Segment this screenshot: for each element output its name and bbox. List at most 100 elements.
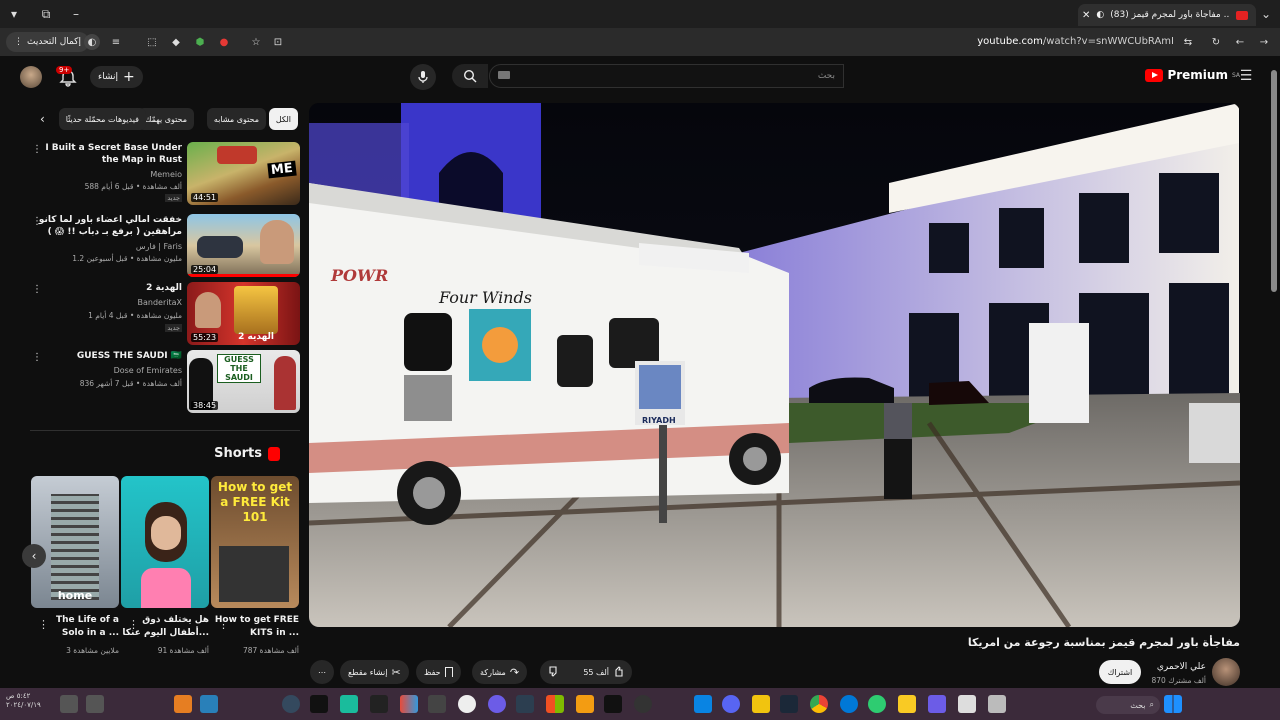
edge-icon[interactable] <box>840 695 858 713</box>
app-icon[interactable] <box>694 695 712 713</box>
channel-avatar[interactable] <box>1212 658 1240 686</box>
more-options-icon[interactable]: ⋮ <box>32 352 42 363</box>
dislike-button[interactable] <box>548 665 560 679</box>
chrome-icon[interactable] <box>810 695 828 713</box>
more-options-icon[interactable]: ⋮ <box>38 618 49 631</box>
file-explorer-icon[interactable] <box>898 695 916 713</box>
app-icon[interactable] <box>488 695 506 713</box>
chip-similar[interactable]: محتوى مشابه <box>206 108 266 130</box>
volume-icon[interactable] <box>86 695 104 713</box>
channel-name[interactable]: Dose of Emirates <box>114 366 182 375</box>
page-scrollbar[interactable] <box>1270 60 1278 684</box>
extension-shield-icon[interactable]: ⬢ <box>192 34 208 50</box>
channel-name[interactable]: فارس | Faris <box>136 242 182 251</box>
more-options-icon[interactable]: ⋮ <box>32 216 42 227</box>
more-options-icon[interactable]: ⋮ <box>32 144 42 155</box>
microsoft-store-icon[interactable] <box>546 695 564 713</box>
subscribe-button[interactable]: اشتراك <box>1099 660 1141 684</box>
voice-search-button[interactable] <box>410 64 436 90</box>
video-thumbnail[interactable]: ME 44:51 <box>187 142 300 205</box>
taskbar-clock[interactable]: ٥:٤٢ ص ٢٠٢٤/٠٧/١٩ <box>6 692 41 710</box>
chevron-down-icon[interactable]: ⌄ <box>1258 6 1274 22</box>
app-icon[interactable] <box>200 695 218 713</box>
more-options-icon[interactable]: ⋮ <box>32 284 42 295</box>
reading-list-icon[interactable]: ≡ <box>108 34 124 50</box>
shorts-prev-button[interactable]: ‹ <box>22 544 46 568</box>
app-icon[interactable] <box>634 695 652 713</box>
app-icon[interactable] <box>428 695 446 713</box>
search-button[interactable] <box>452 64 488 88</box>
search-input[interactable]: بحث <box>489 64 844 88</box>
extensions-icon[interactable]: ⬚ <box>144 34 160 50</box>
video-title[interactable]: الهدية 2 <box>32 282 182 294</box>
task-view-icon[interactable] <box>988 695 1006 713</box>
video-thumbnail[interactable]: 25:04 <box>187 214 300 277</box>
minimize-icon[interactable]: – <box>68 6 84 22</box>
app-icon[interactable] <box>516 695 534 713</box>
settings-icon[interactable] <box>458 695 476 713</box>
chip-for-you[interactable]: محتوى يهمّك <box>137 108 194 130</box>
close-tab-icon[interactable]: ✕ <box>1082 10 1090 21</box>
channel-name[interactable]: Memeio <box>150 170 182 179</box>
extension-red-icon[interactable]: ● <box>216 34 232 50</box>
youtube-premium-logo[interactable]: Premium SA <box>1145 68 1240 82</box>
tab-search-icon[interactable]: ⧉ <box>38 6 54 22</box>
taskbar-search[interactable]: بحث ⌕ <box>1096 696 1160 714</box>
channel-name[interactable]: BanderitaX <box>138 298 183 307</box>
menu-icon[interactable]: ▾ <box>6 6 22 22</box>
app-icon[interactable] <box>370 695 388 713</box>
url-field[interactable]: youtube.com/watch?v=snWWCUbRAmI <box>977 36 1174 47</box>
app-icon[interactable] <box>400 695 418 713</box>
terminal-icon[interactable] <box>310 695 328 713</box>
more-options-icon[interactable]: ⋮ <box>218 618 229 631</box>
browser-tab[interactable]: ✕ ◐ (83) مفاجأة باور لمجرم قيمز ... <box>1078 4 1256 26</box>
more-options-icon[interactable]: ⋮ <box>128 618 139 631</box>
chip-all[interactable]: الكل <box>268 108 298 130</box>
bookmark-star-icon[interactable]: ☆ <box>248 34 264 50</box>
profile-icon[interactable]: ◐ <box>84 34 100 50</box>
related-video-item[interactable]: GUESS THE SAUDI 38:45 GUESS THE SAUDI 🇸🇦… <box>30 350 300 416</box>
app-icon[interactable] <box>752 695 770 713</box>
video-thumbnail[interactable]: GUESS THE SAUDI 38:45 <box>187 350 300 413</box>
short-card[interactable]: home <box>31 476 119 608</box>
short-card[interactable] <box>121 476 209 608</box>
install-app-icon[interactable]: ⊡ <box>270 34 286 50</box>
video-title[interactable]: خفقت امالي اعضاء باور لما كانو مراهقين (… <box>32 214 182 238</box>
clip-button[interactable]: إنشاء مقطع ✂ <box>340 660 409 684</box>
discord-icon[interactable] <box>722 695 740 713</box>
scrollbar-thumb[interactable] <box>1271 70 1277 292</box>
account-avatar[interactable] <box>20 66 42 88</box>
related-video-item[interactable]: الهديه 2 55:23 الهدية 2 BanderitaX 1 ملي… <box>30 282 300 348</box>
app-icon[interactable] <box>174 695 192 713</box>
related-video-item[interactable]: ME 44:51 I Built a Secret Base Under the… <box>30 142 300 208</box>
channel-name[interactable]: علي الاحمري <box>1157 662 1206 672</box>
share-button[interactable]: مشاركة ↷ <box>472 660 528 684</box>
app-icon[interactable] <box>928 695 946 713</box>
more-actions-button[interactable]: ⋯ <box>310 660 334 684</box>
app-icon[interactable] <box>604 695 622 713</box>
chip-recently-uploaded[interactable]: فيديوهات محمّلة حديثًا <box>58 108 146 130</box>
forward-icon[interactable]: → <box>1256 34 1272 50</box>
windows-start-icon[interactable] <box>1164 695 1182 713</box>
app-icon[interactable] <box>958 695 976 713</box>
like-button[interactable]: 55 ألف <box>583 666 624 678</box>
app-icon[interactable] <box>576 695 594 713</box>
create-button[interactable]: إنشاء + <box>90 66 143 88</box>
video-player[interactable]: POWR Four Winds RIYADH <box>309 103 1240 627</box>
site-settings-icon[interactable]: ⇆ <box>1180 34 1196 50</box>
keyboard-icon[interactable] <box>498 71 510 79</box>
steam-icon[interactable] <box>780 695 798 713</box>
wifi-icon[interactable] <box>60 695 78 713</box>
save-button[interactable]: حفظ <box>416 660 461 684</box>
video-title[interactable]: GUESS THE SAUDI 🇸🇦 <box>32 350 182 362</box>
video-title[interactable]: I Built a Secret Base Under the Map in R… <box>32 142 182 166</box>
app-icon[interactable] <box>868 695 886 713</box>
reload-icon[interactable]: ↻ <box>1208 34 1224 50</box>
video-thumbnail[interactable]: الهديه 2 55:23 <box>187 282 300 345</box>
short-card[interactable]: How to get a FREE Kit 101 <box>211 476 299 608</box>
app-icon[interactable] <box>282 695 300 713</box>
back-icon[interactable]: ← <box>1232 34 1248 50</box>
hamburger-menu-icon[interactable]: ☰ <box>1238 68 1254 84</box>
related-video-item[interactable]: 25:04 خفقت امالي اعضاء باور لما كانو مرا… <box>30 214 300 280</box>
app-icon[interactable] <box>340 695 358 713</box>
